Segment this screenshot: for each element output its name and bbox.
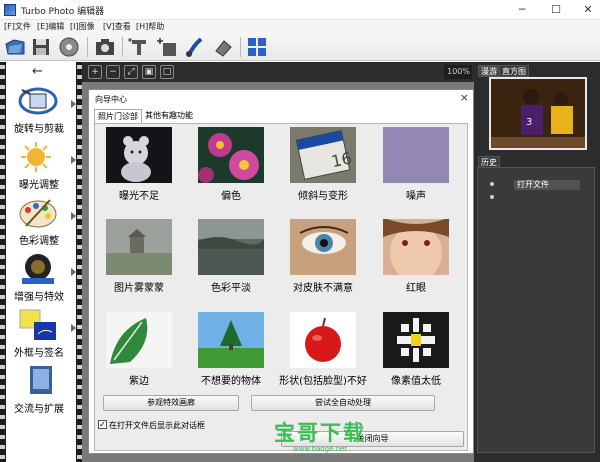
nav-item-enhance[interactable]: 增强与特效 (6, 250, 76, 306)
frame-icon (19, 309, 56, 340)
main-toolbar (0, 33, 600, 61)
nav-item-exposure[interactable]: 曝光调整 (6, 138, 76, 194)
watermark: 宝哥下载 www.baoge.net (250, 417, 390, 457)
nav-label: 色彩调整 (19, 236, 59, 247)
tab-other-features[interactable]: 其他有趣功能 (142, 109, 196, 123)
nav-label: 交流与扩展 (14, 404, 64, 415)
disc-icon[interactable] (58, 36, 80, 58)
nav-label: 增强与特效 (14, 292, 64, 303)
view-toolbar: + − ⤢ ▣ □ 100% (82, 62, 474, 82)
tilt-distortion-thumbnail[interactable]: 16 (290, 127, 356, 183)
watermark-text: 宝哥下载 (274, 421, 366, 445)
tab-histogram[interactable]: 直方图 (499, 65, 529, 77)
red-eye-thumbnail[interactable] (383, 219, 449, 275)
toolbar-separator (240, 37, 241, 57)
tab-navigator[interactable]: 漫游 (478, 65, 500, 77)
palette-icon (19, 199, 57, 228)
nav-item-rotate-crop[interactable]: 旋转与剪裁 (6, 82, 76, 138)
menu-help[interactable]: [H]帮助 (136, 21, 164, 32)
menu-bar: [F]文件 [E]编辑 [I]图像 [V]查看 [H]帮助 (0, 20, 600, 33)
svg-text:3: 3 (526, 117, 532, 128)
watermark-url: www.baoge.net (292, 445, 348, 453)
nav-label: 外框与签名 (14, 348, 64, 359)
item-label: 像素值太低 (391, 376, 441, 387)
app-icon (4, 4, 16, 16)
chevron-right-icon (71, 156, 76, 164)
dull-color-thumbnail[interactable] (198, 219, 264, 275)
history-marker-icon (490, 182, 494, 186)
history-marker-icon (490, 195, 494, 199)
add-object-icon[interactable] (156, 36, 178, 58)
history-panel: 打开文件 (477, 167, 595, 453)
actual-size-icon[interactable]: ▣ (142, 65, 156, 79)
menu-view[interactable]: [V]查看 (103, 21, 131, 32)
nav-item-share[interactable]: 交流与扩展 (6, 362, 76, 418)
zoom-in-icon[interactable]: + (88, 65, 102, 79)
zoom-out-icon[interactable]: − (106, 65, 120, 79)
eraser-icon[interactable] (212, 36, 234, 58)
title-bar: Turbo Photo 编辑器 ─ ☐ ✕ (0, 0, 600, 20)
menu-file[interactable]: [F]文件 (4, 21, 31, 32)
exposure-icon (21, 142, 51, 172)
noise-thumbnail[interactable] (383, 127, 449, 183)
purple-fringe-thumbnail[interactable] (106, 312, 172, 368)
tab-photo-clinic[interactable]: 照片门诊部 (94, 109, 142, 123)
item-label: 红眼 (406, 283, 426, 294)
foggy-thumbnail[interactable] (106, 219, 172, 275)
navigator-preview: 3 (489, 77, 587, 150)
color-cast-thumbnail[interactable] (198, 127, 264, 183)
window-title: Turbo Photo 编辑器 (21, 7, 105, 17)
auto-process-button[interactable]: 尝试全自动处理 (251, 395, 435, 411)
close-icon[interactable]: × (460, 91, 469, 104)
nav-label: 旋转与剪裁 (14, 124, 64, 135)
dialog-title: 向导中心 (95, 95, 127, 104)
effects-gallery-button[interactable]: 参观特效画廊 (103, 395, 239, 411)
low-resolution-thumbnail[interactable] (383, 312, 449, 368)
nav-list: ← 旋转与剪裁 曝光调整 色彩调整 增强与特效 外框与签名 交流与扩展 (6, 62, 76, 462)
chevron-right-icon (71, 212, 76, 220)
menu-edit[interactable]: [E]编辑 (37, 21, 64, 32)
rotate-crop-icon (18, 87, 58, 115)
chevron-right-icon (71, 268, 76, 276)
menu-image[interactable]: [I]图像 (70, 21, 95, 32)
nav-label: 曝光调整 (19, 180, 59, 191)
item-label: 噪声 (406, 191, 426, 202)
toolbar-separator (87, 37, 88, 57)
film-strip-edge (0, 62, 5, 462)
underexposed-thumbnail[interactable] (106, 127, 172, 183)
minimize-button[interactable]: ─ (512, 2, 532, 18)
open-file-icon[interactable] (4, 36, 26, 58)
enhance-icon (22, 254, 54, 284)
brush-icon[interactable] (184, 36, 206, 58)
nav-item-frame[interactable]: 外框与签名 (6, 306, 76, 362)
history-item[interactable]: 打开文件 (514, 180, 580, 190)
skin-thumbnail[interactable] (290, 219, 356, 275)
bad-shape-thumbnail[interactable] (290, 312, 356, 368)
full-screen-icon[interactable]: □ (160, 65, 174, 79)
maximize-button[interactable]: ☐ (546, 2, 566, 18)
toolbar-separator (122, 37, 123, 57)
unwanted-object-thumbnail[interactable] (198, 312, 264, 368)
zoom-level[interactable]: 100% (444, 65, 472, 79)
nav-item-color[interactable]: 色彩调整 (6, 194, 76, 250)
share-icon (30, 366, 52, 394)
left-nav-panel: ← 旋转与剪裁 曝光调整 色彩调整 增强与特效 外框与签名 交流与扩展 (0, 62, 82, 462)
close-button[interactable]: ✕ (578, 2, 598, 18)
fit-window-icon[interactable]: ⤢ (124, 65, 138, 79)
windows-grid-icon[interactable] (246, 36, 268, 58)
back-arrow-icon[interactable]: ← (32, 64, 43, 79)
startup-checkbox[interactable]: ✓ (98, 420, 107, 429)
chevron-right-icon (71, 324, 76, 332)
camera-icon[interactable] (94, 36, 116, 58)
startup-checkbox-label: 在打开文件后显示此对话框 (109, 421, 205, 430)
save-icon[interactable] (30, 36, 52, 58)
chevron-right-icon (71, 100, 76, 108)
add-text-icon[interactable] (128, 36, 150, 58)
